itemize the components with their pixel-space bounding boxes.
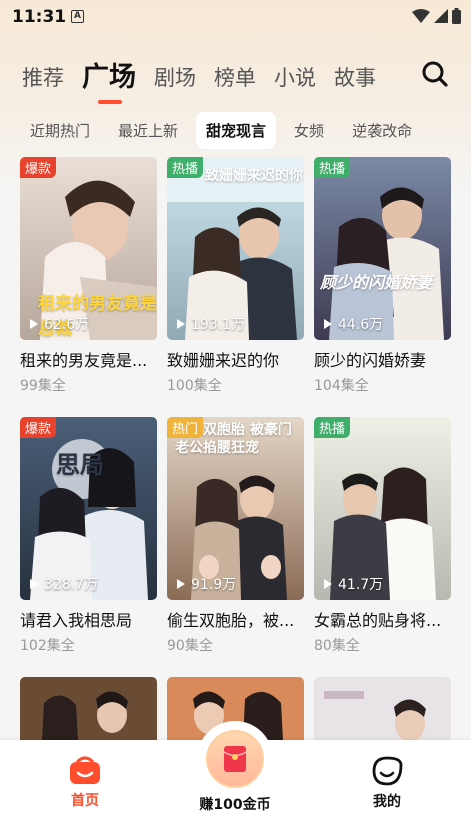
category-tab-sweet-romance[interactable]: 甜宠现言 [196, 112, 277, 149]
view-count: 44.6万 [324, 314, 383, 334]
red-envelope-icon [224, 746, 246, 772]
view-count-value: 328.7万 [44, 577, 99, 593]
play-icon [30, 319, 38, 329]
episode-count: 104集全 [314, 378, 369, 394]
play-icon [324, 319, 332, 329]
poster-title-text: 思局 [56, 451, 104, 479]
drama-poster[interactable]: 顾少的闪婚娇妻 热播 44.6万 [314, 157, 451, 340]
poster-image [20, 677, 157, 740]
play-icon [324, 579, 332, 589]
category-tab-female[interactable]: 女频 [284, 112, 334, 149]
bottom-tab-mine[interactable]: 我的 [362, 740, 412, 811]
search-icon[interactable] [421, 60, 449, 88]
drama-card[interactable]: 热播 41.7万 女霸总的贴身将... 80集全 [314, 417, 451, 655]
view-count: 193.1万 [177, 314, 245, 334]
poster-image [314, 417, 451, 600]
drama-title[interactable]: 致姗姗来迟的你 [167, 347, 304, 371]
tab-plaza-label: 广场 [82, 62, 136, 93]
view-count-value: 91.9万 [191, 577, 237, 593]
category-tabs: 近期热门 最近上新 甜宠现言 女频 逆袭改命 [20, 112, 471, 149]
drama-card[interactable]: 偷生双胞胎 被豪门老公掐腰狂宠 热门 91.9万 偷生双胞胎，被... 90集全 [167, 417, 304, 655]
drama-card[interactable]: 思局 爆款 328.7万 请君入我相思局 102集全 [20, 417, 157, 655]
play-icon [177, 319, 185, 329]
view-count-value: 62.6万 [44, 317, 90, 333]
view-count-value: 41.7万 [338, 577, 384, 593]
tab-recommend[interactable]: 推荐 [22, 56, 64, 96]
notification-a-icon: A [71, 10, 84, 23]
drama-poster[interactable] [314, 677, 451, 740]
earn-coins-button[interactable] [203, 727, 267, 791]
drama-title[interactable]: 女霸总的贴身将... [314, 607, 451, 631]
view-count: 62.6万 [30, 314, 89, 334]
category-tab-comeback[interactable]: 逆袭改命 [342, 112, 422, 149]
drama-card[interactable]: 致姗姗来迟的你 热播 193.1万 致姗姗来迟的你 100集全 [167, 157, 304, 395]
view-count: 41.7万 [324, 574, 383, 594]
signal-icon [434, 9, 448, 23]
poster-image [314, 157, 451, 340]
tab-story[interactable]: 故事 [334, 56, 376, 96]
mine-label: 我的 [373, 794, 401, 810]
view-count: 91.9万 [177, 574, 236, 594]
drama-poster[interactable] [20, 677, 157, 740]
home-icon [70, 756, 100, 784]
episode-count: 90集全 [167, 638, 213, 654]
episode-count: 100集全 [167, 378, 222, 394]
play-icon [30, 579, 38, 589]
profile-smile-icon [372, 756, 403, 786]
drama-poster[interactable]: 租来的男友竟是总裁 爆款 62.6万 [20, 157, 157, 340]
battery-icon [452, 8, 461, 24]
drama-poster[interactable]: 偷生双胞胎 被豪门老公掐腰狂宠 热门 91.9万 [167, 417, 304, 600]
drama-poster[interactable]: 思局 爆款 328.7万 [20, 417, 157, 600]
tab-novel[interactable]: 小说 [274, 56, 316, 96]
tab-theater[interactable]: 剧场 [154, 56, 196, 96]
drama-card[interactable] [314, 677, 451, 740]
hot-play-badge: 热播 [314, 157, 351, 178]
drama-poster[interactable]: 热播 41.7万 [314, 417, 451, 600]
view-count-value: 44.6万 [338, 317, 384, 333]
play-icon [177, 579, 185, 589]
drama-title[interactable]: 顾少的闪婚娇妻 [314, 347, 451, 371]
episode-count: 99集全 [20, 378, 66, 394]
drama-card[interactable] [20, 677, 157, 740]
tab-ranking[interactable]: 榜单 [214, 56, 256, 96]
poster-title-text: 顾少的闪婚娇妻 [320, 273, 433, 292]
category-tab-recent-hot[interactable]: 近期热门 [20, 112, 100, 149]
hot-badge: 热门 [167, 417, 204, 438]
bottom-tab-home[interactable]: 首页 [60, 740, 110, 810]
hot-play-badge: 热播 [167, 157, 204, 178]
drama-card[interactable]: 顾少的闪婚娇妻 热播 44.6万 顾少的闪婚娇妻 104集全 [314, 157, 451, 395]
tab-plaza[interactable]: 广场 [82, 56, 136, 104]
episode-count: 102集全 [20, 638, 75, 654]
top-nav: 推荐 广场 剧场 榜单 小说 故事 [22, 56, 394, 104]
status-time: 11:31 [12, 7, 67, 27]
view-count-value: 193.1万 [191, 317, 246, 333]
wifi-icon [412, 9, 430, 23]
status-bar: 11:31 A [0, 0, 471, 34]
active-tab-indicator [98, 100, 122, 104]
hot-play-badge: 热播 [314, 417, 351, 438]
episode-count: 80集全 [314, 638, 360, 654]
drama-poster[interactable]: 致姗姗来迟的你 热播 193.1万 [167, 157, 304, 340]
drama-title[interactable]: 请君入我相思局 [20, 607, 157, 631]
coin-button-face [206, 730, 264, 788]
status-icons [412, 8, 461, 24]
home-label: 首页 [71, 793, 99, 809]
drama-title[interactable]: 租来的男友竟是... [20, 347, 157, 371]
hot-badge: 爆款 [20, 417, 57, 438]
earn-coins-label: 赚100金币 [199, 797, 271, 813]
category-tab-new[interactable]: 最近上新 [108, 112, 188, 149]
view-count: 328.7万 [30, 574, 98, 594]
hot-badge: 爆款 [20, 157, 57, 178]
poster-image [314, 677, 451, 740]
poster-title-text: 致姗姗来迟的你 [205, 168, 303, 184]
drama-card[interactable]: 租来的男友竟是总裁 爆款 62.6万 租来的男友竟是... 99集全 [20, 157, 157, 395]
drama-title[interactable]: 偷生双胞胎，被... [167, 607, 304, 631]
